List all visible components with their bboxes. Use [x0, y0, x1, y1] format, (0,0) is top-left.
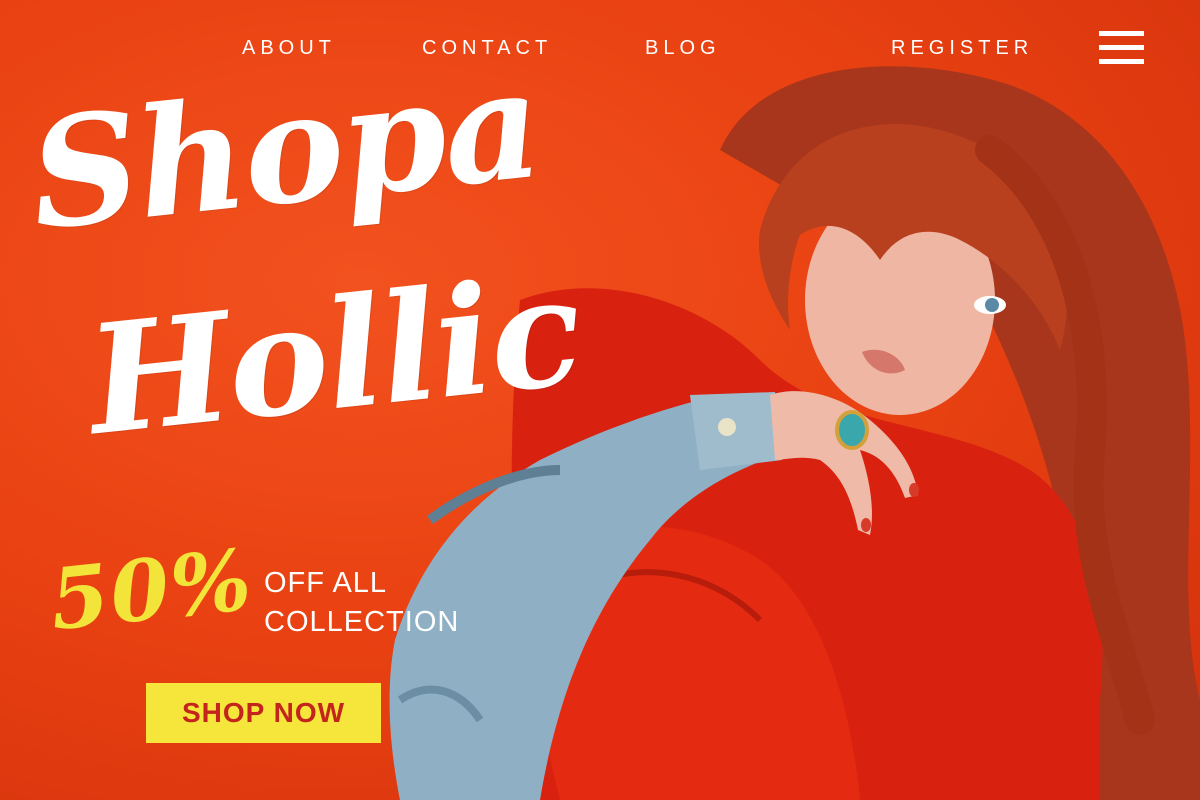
hero-banner: ABOUT CONTACT BLOG REGISTER Shopa Hollic… — [0, 0, 1200, 800]
nav-about-link[interactable]: ABOUT — [242, 36, 336, 60]
menu-bar — [1099, 45, 1144, 50]
hamburger-menu-icon[interactable] — [1099, 31, 1144, 65]
nav-blog-link[interactable]: BLOG — [645, 36, 721, 60]
menu-bar — [1099, 59, 1144, 64]
offer-percent: 50% — [45, 529, 258, 650]
offer-text-line-2: COLLECTION — [264, 606, 460, 638]
ring — [835, 410, 869, 450]
offer-text-line-1: OFF ALL — [264, 567, 388, 599]
nav-register-link[interactable]: REGISTER — [891, 36, 1033, 60]
menu-bar — [1099, 31, 1144, 36]
shop-now-button[interactable]: SHOP NOW — [146, 683, 381, 743]
